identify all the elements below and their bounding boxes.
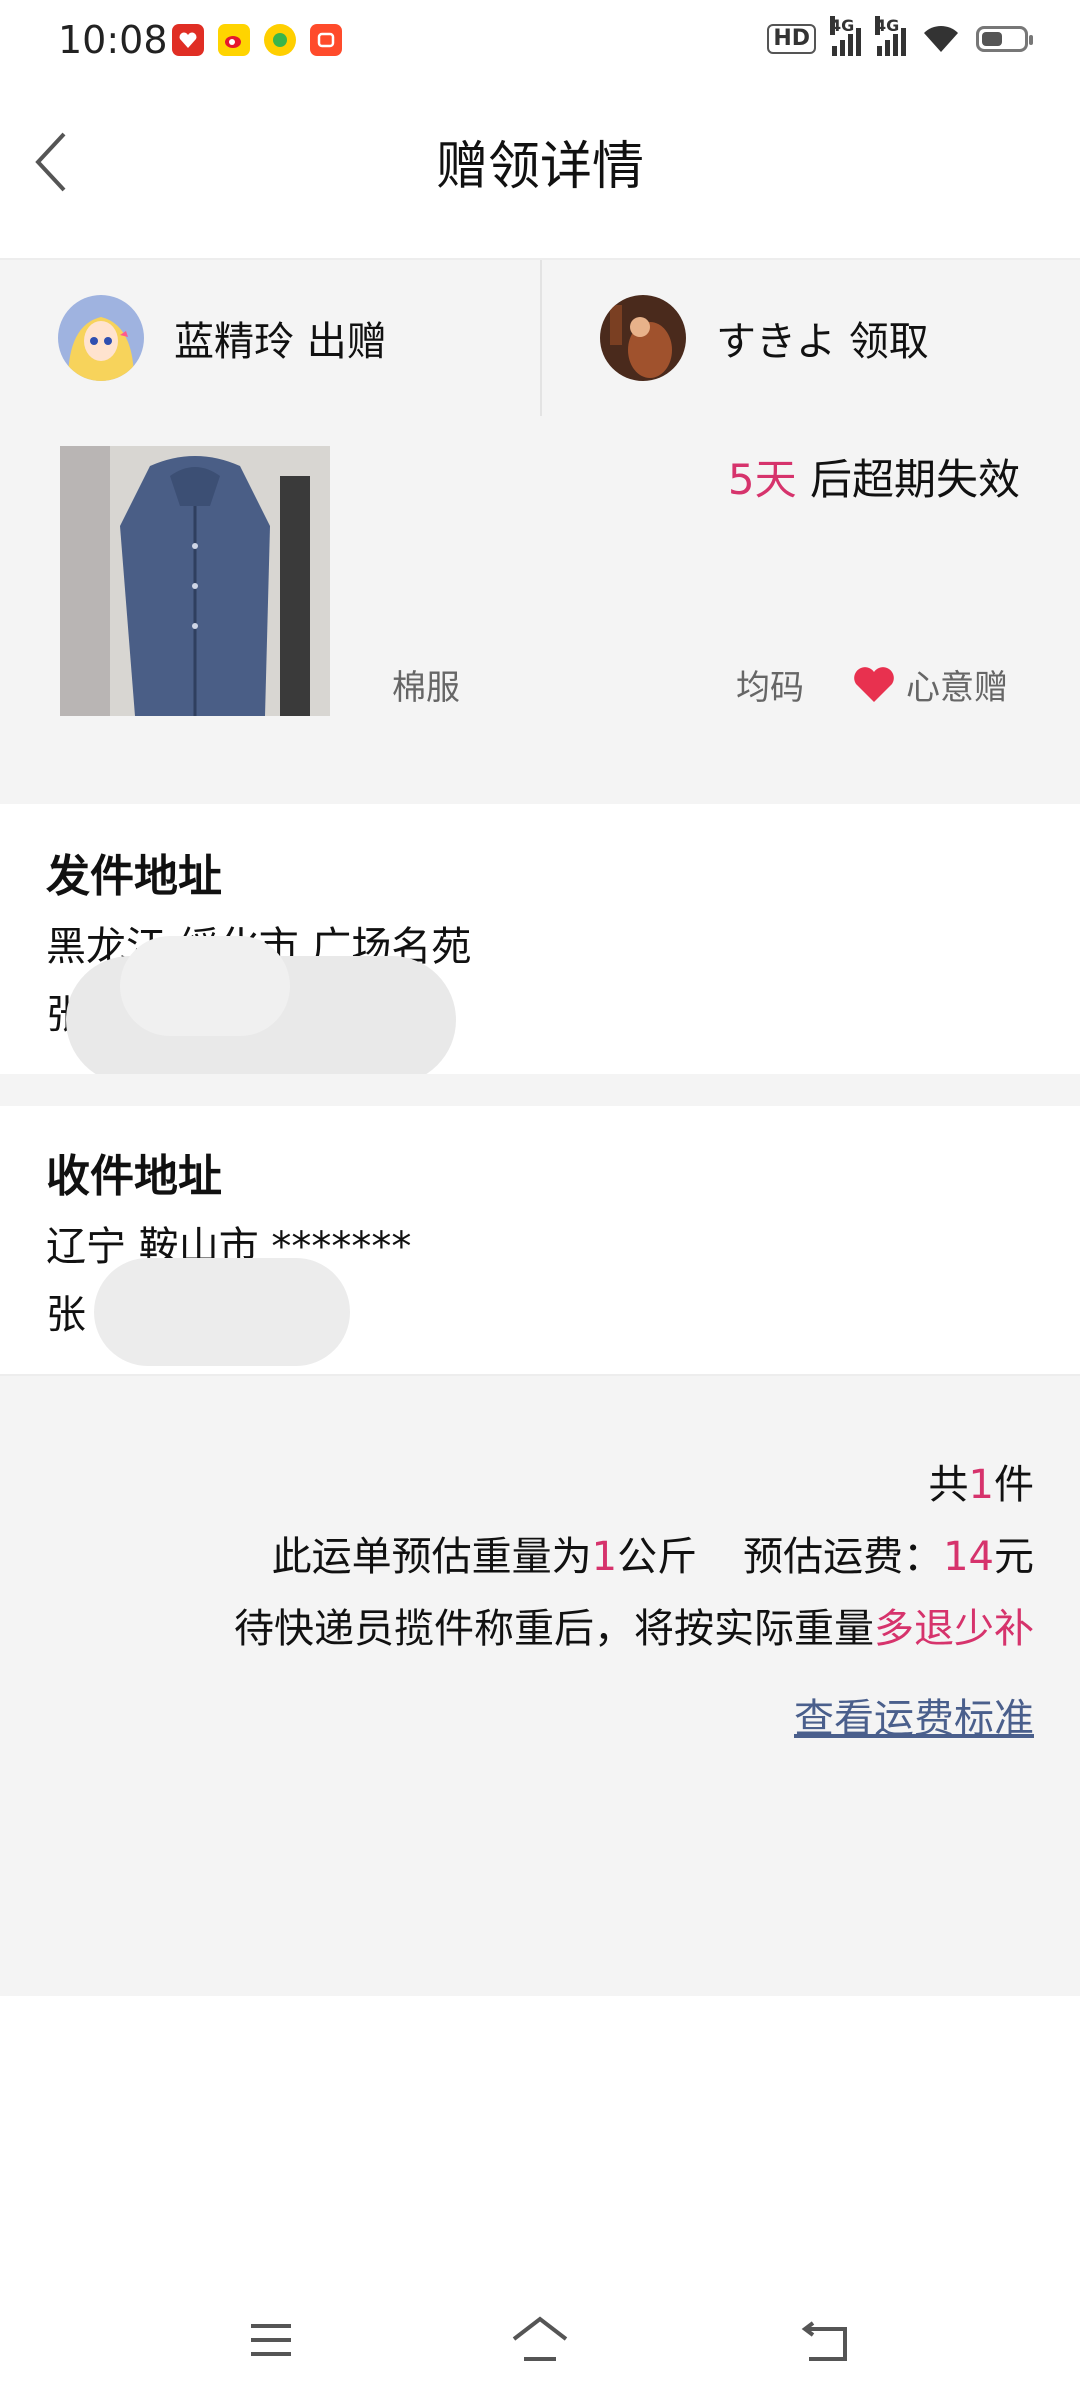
signal-icon: 4G <box>830 16 861 56</box>
fee-prefix: 预估运费： <box>743 1534 944 1580</box>
home-button[interactable] <box>505 2310 575 2370</box>
battery-icon <box>976 26 1033 52</box>
status-bar: 10:08 HD 4G 4G <box>0 0 1080 84</box>
back-nav-button[interactable] <box>790 2310 860 2370</box>
giver-user[interactable]: 蓝精玲 出赠 <box>58 260 387 416</box>
privacy-blur-2 <box>120 936 290 1036</box>
item-photo[interactable] <box>60 446 330 716</box>
count-suffix: 件 <box>994 1462 1034 1508</box>
heart-icon <box>854 666 894 702</box>
receiver-name: すきよ 领取 <box>716 319 929 365</box>
giver-avatar <box>58 295 144 381</box>
network-type-label-2: 4G <box>875 16 900 35</box>
send-address-section: 发件地址 黑龙江 绥化市 广场名苑 张 2 <box>0 806 1080 1084</box>
users-row: 蓝精玲 出赠 すきよ 领取 <box>0 258 1080 418</box>
menu-button[interactable] <box>236 2310 306 2370</box>
receive-address-heading: 收件地址 <box>46 1151 222 1202</box>
expire-days: 5天 <box>727 455 797 504</box>
hd-icon: HD <box>767 24 816 54</box>
status-right-icons: HD 4G 4G <box>767 16 1033 56</box>
item-count: 共1件 <box>929 1452 1034 1510</box>
send-address-heading: 发件地址 <box>46 851 222 902</box>
top-bar: 赠领详情 <box>0 84 1080 254</box>
count-prefix: 共 <box>928 1462 969 1508</box>
fee-value: 14 <box>943 1534 994 1580</box>
pinduoduo-icon <box>172 24 204 56</box>
expire-suffix: 后超期失效 <box>796 455 1020 504</box>
users-divider <box>540 260 542 416</box>
system-nav-bar <box>0 2280 1080 2400</box>
network-type-label: 4G <box>830 16 855 35</box>
shipping-standard-link[interactable]: 查看运费标准 <box>794 1686 1034 1744</box>
note-prefix: 待快递员揽件称重后，将按实际重量 <box>234 1606 874 1652</box>
fee-suffix: 元 <box>994 1534 1034 1580</box>
receiver-avatar <box>600 295 686 381</box>
weight-value: 1 <box>591 1534 618 1580</box>
item-size: 均码 <box>736 668 804 708</box>
menu-icon <box>251 2324 291 2356</box>
item-card: 5天 后超期失效 棉服 均码 心意赠 <box>0 416 1080 804</box>
privacy-blur-3 <box>94 1258 350 1366</box>
expire-notice: 5天 后超期失效 <box>728 446 1020 507</box>
weibo-icon <box>218 24 250 56</box>
receive-address-section: 收件地址 辽宁 鞍山市 ******* 张 7172 <box>0 1106 1080 1376</box>
weight-suffix: 公斤 <box>617 1534 698 1580</box>
weight-fee-row: 此运单预估重量为1公斤 预估运费：14元 <box>272 1524 1034 1582</box>
home-icon <box>512 2316 568 2361</box>
status-app-icons <box>172 24 342 56</box>
wifi-icon <box>924 25 958 52</box>
page-title: 赠领详情 <box>435 137 644 197</box>
weight-prefix: 此运单预估重量为 <box>271 1534 592 1580</box>
kuaishou-icon <box>310 24 342 56</box>
status-time: 10:08 <box>58 18 168 62</box>
section-gap <box>0 1074 1080 1106</box>
giver-name: 蓝精玲 出赠 <box>174 319 387 365</box>
gift-type: 心意赠 <box>852 660 1008 709</box>
shipping-info: 共1件 此运单预估重量为1公斤 预估运费：14元 待快递员揽件称重后，将按实际重量… <box>0 1376 1080 1996</box>
receiver-user[interactable]: すきよ 领取 <box>600 260 929 416</box>
count-value: 1 <box>968 1462 994 1508</box>
weight-note: 待快递员揽件称重后，将按实际重量多退少补 <box>234 1596 1034 1654</box>
note-highlight: 多退少补 <box>874 1606 1034 1652</box>
signal-icon-2: 4G <box>875 16 906 56</box>
gift-type-label: 心意赠 <box>906 668 1008 708</box>
taobao-icon <box>264 24 296 56</box>
item-name: 棉服 <box>392 668 460 708</box>
back-nav-icon <box>801 2321 847 2361</box>
